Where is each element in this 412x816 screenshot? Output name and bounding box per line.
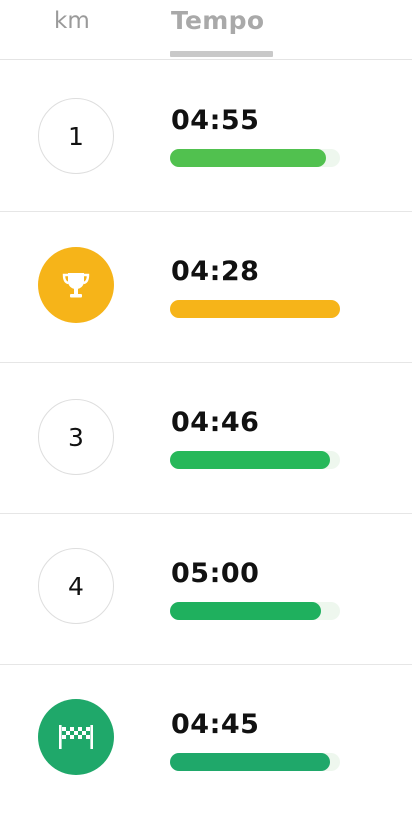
trophy-badge [38,247,114,323]
pace-bar [170,451,330,469]
tab-km[interactable]: km [54,8,90,34]
split-row-5[interactable]: 04:45 [0,665,412,816]
split-row-1[interactable]: 1 04:55 [0,61,412,212]
split-time: 04:28 [171,256,260,287]
header-tabs: km Tempo [0,0,412,60]
split-time: 04:46 [171,407,260,438]
split-row-3[interactable]: 3 04:46 [0,363,412,514]
split-number-badge: 3 [38,399,114,475]
pace-bar-track [170,149,340,167]
finish-flag-icon [59,725,93,749]
split-time: 05:00 [171,558,260,589]
pace-bar-track [170,753,340,771]
pace-bar-track [170,602,340,620]
split-number: 3 [68,422,84,452]
split-number: 1 [68,121,84,151]
split-row-2[interactable]: 04:28 [0,212,412,363]
split-time: 04:55 [171,105,260,136]
pace-bar-track [170,451,340,469]
pace-bar [170,149,327,167]
pace-bar-track [170,300,340,318]
active-tab-indicator [170,51,273,57]
pace-bar [170,753,330,771]
finish-badge [38,699,114,775]
split-number-badge: 4 [38,548,114,624]
split-number: 4 [68,571,84,601]
trophy-icon [62,273,90,298]
split-row-4[interactable]: 4 05:00 [0,514,412,665]
tab-tempo[interactable]: Tempo [171,6,264,35]
pace-bar [170,300,340,318]
pace-bar [170,602,322,620]
split-time: 04:45 [171,709,260,740]
split-number-badge: 1 [38,98,114,174]
